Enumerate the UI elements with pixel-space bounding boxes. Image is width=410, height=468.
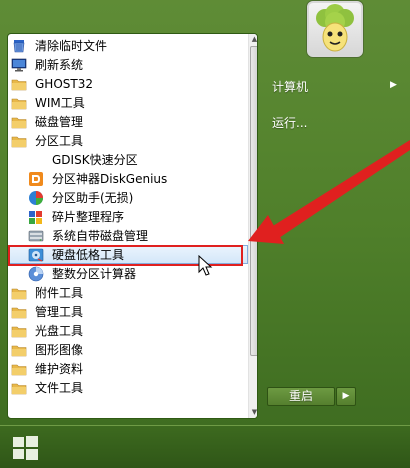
program-folder-partition-tools[interactable]: 分区工具 [8, 131, 248, 150]
computer-label: 计算机 [272, 80, 309, 94]
program-folder-disc-tools[interactable]: 光盘工具 [8, 321, 248, 340]
computer-submenu-arrow-icon[interactable]: ▶ [390, 80, 397, 90]
program-item-label: 分区助手(无损) [52, 191, 134, 205]
folder-icon [11, 304, 27, 320]
program-item-label: WIM工具 [35, 96, 85, 110]
program-item-label: 分区工具 [35, 134, 84, 148]
broom-icon [11, 38, 27, 54]
programs-pane: 清除临时文件 刷新系统 GHOST32 WIM工具 磁盘管理 分区工具 GDIS… [7, 33, 258, 419]
program-item-label: 分区神器DiskGenius [52, 172, 168, 186]
mouse-cursor-icon [198, 255, 213, 276]
program-item-label: 刷新系统 [35, 58, 84, 72]
power-options-arrow-button[interactable]: ▶ [336, 387, 356, 406]
program-item-refresh-system[interactable]: 刷新系统 [8, 55, 248, 74]
start-menu: 清除临时文件 刷新系统 GHOST32 WIM工具 磁盘管理 分区工具 GDIS… [0, 0, 410, 425]
folder-icon [11, 342, 27, 358]
program-item-label: 系统自带磁盘管理 [52, 229, 149, 243]
program-item-label: 清除临时文件 [35, 39, 108, 53]
program-folder-ghost32[interactable]: GHOST32 [8, 74, 248, 93]
programs-list: 清除临时文件 刷新系统 GHOST32 WIM工具 磁盘管理 分区工具 GDIS… [8, 34, 248, 418]
programs-scrollbar[interactable]: ▲ ▼ [248, 34, 257, 418]
program-item-defrag[interactable]: 碎片整理程序 [8, 207, 248, 226]
program-item-gdisk[interactable]: GDISK快速分区 [8, 150, 248, 169]
program-item-partition-assistant[interactable]: 分区助手(无损) [8, 188, 248, 207]
windows-logo-icon [13, 436, 38, 460]
folder-icon [11, 323, 27, 339]
folder-icon [11, 380, 27, 396]
folder-open-icon [11, 133, 27, 149]
program-item-label: GDISK快速分区 [52, 153, 138, 167]
run-menu-item[interactable]: 运行... [272, 114, 307, 131]
program-folder-file-tools[interactable]: 文件工具 [8, 378, 248, 397]
calculator-icon [28, 266, 44, 282]
program-item-builtin-disk-manager[interactable]: 系统自带磁盘管理 [8, 226, 248, 245]
taskbar [0, 425, 410, 468]
scroll-up-arrow-icon[interactable]: ▲ [249, 34, 257, 45]
program-item-diskgenius[interactable]: 分区神器DiskGenius [8, 169, 248, 188]
monitor-icon [11, 57, 27, 73]
program-folder-graphics[interactable]: 图形图像 [8, 340, 248, 359]
folder-icon [11, 76, 27, 92]
program-item-label: 附件工具 [35, 286, 84, 300]
partition-assistant-icon [28, 190, 44, 206]
blank-icon [28, 152, 44, 168]
folder-icon [11, 361, 27, 377]
start-button[interactable] [10, 433, 40, 463]
disk-manager-icon [28, 228, 44, 244]
folder-icon [11, 95, 27, 111]
run-label: 运行... [272, 116, 308, 130]
diskgenius-icon [28, 171, 44, 187]
program-folder-accessories[interactable]: 附件工具 [8, 283, 248, 302]
program-item-label: 碎片整理程序 [52, 210, 125, 224]
program-item-label: GHOST32 [35, 76, 93, 91]
restart-label: 重启 [288, 389, 313, 403]
program-item-label: 图形图像 [35, 343, 84, 357]
computer-menu-item[interactable]: 计算机 [272, 78, 308, 95]
scroll-down-arrow-icon[interactable]: ▼ [249, 407, 257, 418]
program-item-label: 文件工具 [35, 381, 84, 395]
program-item-label: 光盘工具 [35, 324, 84, 338]
defrag-icon [28, 209, 44, 225]
program-item-label: 维护资料 [35, 362, 84, 376]
scroll-thumb[interactable] [250, 46, 257, 356]
program-item-label: 磁盘管理 [35, 115, 84, 129]
cauliflower-mascot-icon [316, 4, 354, 52]
program-folder-admin-tools[interactable]: 管理工具 [8, 302, 248, 321]
program-item-clear-temp[interactable]: 清除临时文件 [8, 36, 248, 55]
user-avatar[interactable] [307, 1, 363, 57]
restart-button[interactable]: 重启 [267, 387, 335, 406]
folder-icon [11, 285, 27, 301]
program-item-label: 整数分区计算器 [52, 267, 137, 281]
folder-icon [11, 114, 27, 130]
program-folder-maintenance[interactable]: 维护资料 [8, 359, 248, 378]
program-item-label: 管理工具 [35, 305, 84, 319]
program-folder-wim-tools[interactable]: WIM工具 [8, 93, 248, 112]
program-folder-disk-management[interactable]: 磁盘管理 [8, 112, 248, 131]
